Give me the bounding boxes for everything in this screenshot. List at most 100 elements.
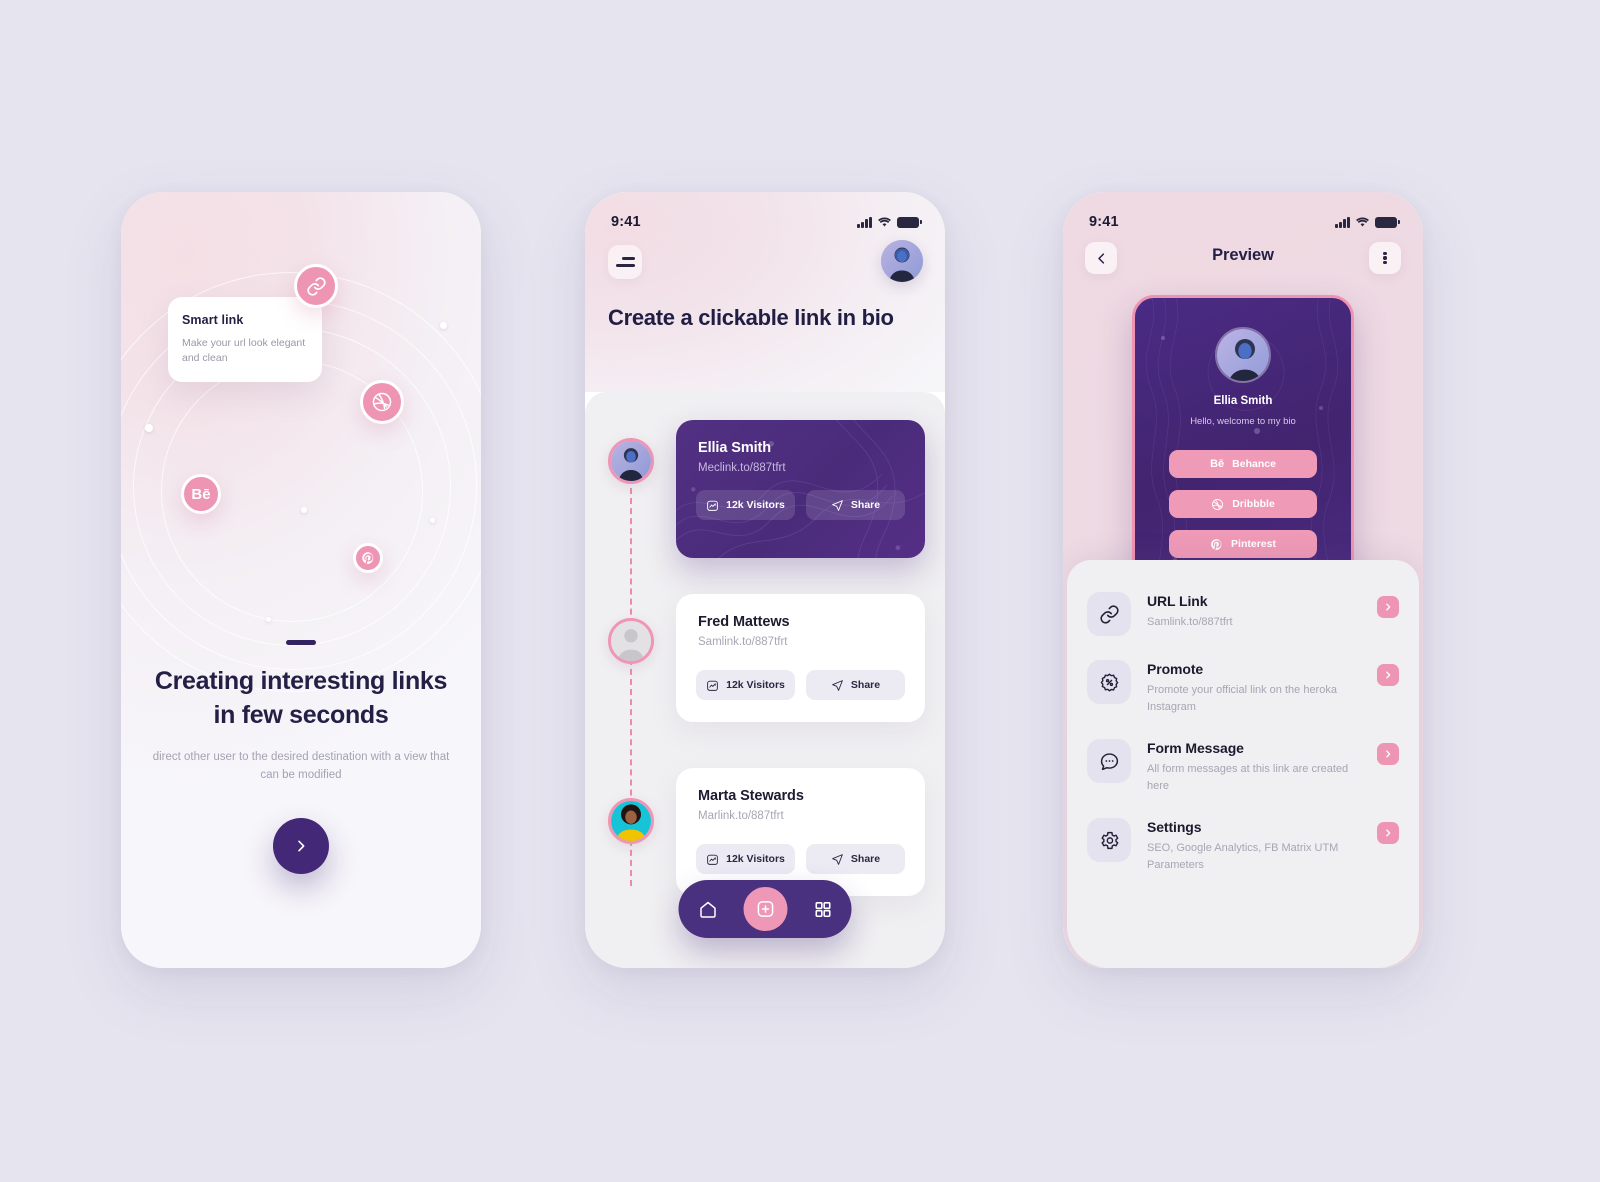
list-item[interactable]: Form Message All form messages at this l… (1087, 731, 1399, 810)
avatar[interactable] (881, 240, 923, 282)
profile-name: Ellia Smith (1213, 395, 1273, 407)
grid-icon[interactable] (814, 900, 833, 919)
next-button[interactable] (273, 818, 329, 874)
pinterest-icon[interactable] (353, 543, 383, 573)
dribbble-icon[interactable] (360, 380, 404, 424)
dribbble-link-button[interactable]: Dribbble (1169, 490, 1317, 518)
percent-badge-icon (1087, 660, 1131, 704)
list-item[interactable]: URL Link Samlink.to/887tfrt (1087, 584, 1399, 652)
visitors-button[interactable]: 12k Visitors (696, 844, 795, 874)
profile-links: Bē Behance Dribbble Pinterest (1169, 450, 1317, 558)
link-card-name: Marta Stewards (698, 788, 804, 804)
list-item-title: Form Message (1147, 740, 1244, 756)
more-options-icon[interactable] (1369, 242, 1401, 274)
list-item[interactable]: Promote Promote your official link on th… (1087, 652, 1399, 731)
filter-icon[interactable] (608, 245, 642, 279)
list-item-subtitle: Samlink.to/887tfrt (1147, 616, 1233, 628)
chart-icon (707, 680, 718, 691)
link-card-url: Marlink.to/887tfrt (698, 810, 784, 822)
visitors-button[interactable]: 12k Visitors (696, 490, 795, 520)
behance-icon: Bē (1210, 458, 1225, 470)
send-icon (832, 679, 843, 691)
share-button[interactable]: Share (806, 490, 905, 520)
link-icon (1087, 592, 1131, 636)
avatar (1215, 327, 1271, 383)
timeline-avatar-1[interactable] (608, 438, 654, 484)
chevron-right-icon[interactable] (1377, 664, 1399, 686)
status-icons (857, 216, 922, 228)
chat-bubble-icon (1087, 739, 1131, 783)
home-icon[interactable] (697, 899, 718, 920)
battery-icon (897, 216, 922, 228)
page-title: Creating interesting links in few second… (154, 667, 448, 729)
visitors-button[interactable]: 12k Visitors (696, 670, 795, 700)
gear-icon (1087, 818, 1131, 862)
timeline-avatar-3[interactable] (608, 798, 654, 844)
link-card-name: Fred Mattews (698, 614, 790, 630)
dribbble-label: Dribbble (1232, 498, 1275, 510)
share-button[interactable]: Share (806, 844, 905, 874)
link-card[interactable]: Marta Stewards Marlink.to/887tfrt 12k Vi… (676, 768, 925, 896)
visitors-label: 12k Visitors (726, 853, 785, 865)
share-label: Share (850, 499, 881, 511)
plus-icon[interactable] (743, 887, 788, 931)
pinterest-label: Pinterest (1231, 538, 1276, 550)
onboarding-copy: Creating interesting links in few second… (121, 640, 481, 785)
visitors-label: 12k Visitors (726, 499, 785, 511)
share-button[interactable]: Share (806, 670, 905, 700)
chart-icon (707, 854, 718, 865)
status-bar: 9:41 (1063, 192, 1423, 238)
send-icon (832, 853, 843, 865)
link-card-url: Samlink.to/887tfrt (698, 636, 788, 648)
link-card[interactable]: Fred Mattews Samlink.to/887tfrt 12k Visi… (676, 594, 925, 722)
chevron-right-icon[interactable] (1377, 822, 1399, 844)
list-item-title: Settings (1147, 819, 1202, 835)
timeline-rail (608, 432, 654, 948)
link-icon[interactable] (294, 264, 338, 308)
chart-icon (707, 500, 718, 511)
behance-label: Behance (1232, 458, 1276, 470)
status-bar: 9:41 (585, 192, 945, 238)
link-card[interactable]: Ellia Smith Meclink.to/887tfrt 12k Visit… (676, 420, 925, 558)
timeline-avatar-2[interactable] (608, 618, 654, 664)
send-icon (832, 499, 843, 511)
phone-link-list: 9:41 Create a clickable link in bio Elli… (585, 192, 945, 968)
phone-onboarding: Smart link Make your url look elegant an… (121, 192, 481, 968)
list-item[interactable]: Settings SEO, Google Analytics, FB Matri… (1087, 810, 1399, 889)
phone1-screen: Smart link Make your url look elegant an… (121, 192, 481, 968)
status-time: 9:41 (611, 214, 641, 230)
wifi-icon (878, 217, 891, 227)
link-card-url: Meclink.to/887tfrt (698, 462, 786, 474)
status-icons (1335, 216, 1400, 228)
share-label: Share (850, 679, 881, 691)
page-subtitle: direct other user to the desired destina… (152, 751, 450, 781)
tooltip-text: Make your url look elegant and clean (182, 337, 306, 365)
phone3-screen: 9:41 Preview Ellia Smith Hello, welcome … (1063, 192, 1423, 968)
status-time: 9:41 (1089, 214, 1119, 230)
page-title: Create a clickable link in bio (608, 305, 894, 330)
dribbble-icon (1212, 498, 1224, 510)
signal-icon (1335, 216, 1350, 228)
tooltip-title: Smart link (182, 313, 244, 327)
list-item-subtitle: All form messages at this link are creat… (1147, 763, 1349, 792)
link-card-name: Ellia Smith (698, 440, 772, 456)
screenshot-canvas: Smart link Make your url look elegant an… (0, 0, 1600, 1182)
behance-link-button[interactable]: Bē Behance (1169, 450, 1317, 478)
smart-link-tooltip: Smart link Make your url look elegant an… (168, 297, 322, 383)
chevron-right-icon[interactable] (1377, 743, 1399, 765)
options-sheet: URL Link Samlink.to/887tfrt Promote Prom… (1067, 560, 1419, 968)
list-item-subtitle: Promote your official link on the heroka… (1147, 684, 1337, 713)
chevron-right-icon[interactable] (1377, 596, 1399, 618)
battery-icon (1375, 216, 1400, 228)
phone-preview: 9:41 Preview Ellia Smith Hello, welcome … (1063, 192, 1423, 968)
bottom-nav (678, 880, 852, 938)
pinterest-link-button[interactable]: Pinterest (1169, 530, 1317, 558)
wifi-icon (1356, 217, 1369, 227)
behance-icon[interactable]: Bē (181, 474, 221, 514)
list-item-subtitle: SEO, Google Analytics, FB Matrix UTM Par… (1147, 842, 1339, 871)
phone2-screen: 9:41 Create a clickable link in bio Elli… (585, 192, 945, 968)
visitors-label: 12k Visitors (726, 679, 785, 691)
behance-glyph: Bē (191, 485, 211, 503)
share-label: Share (850, 853, 881, 865)
profile-bio: Hello, welcome to my bio (1190, 416, 1296, 427)
